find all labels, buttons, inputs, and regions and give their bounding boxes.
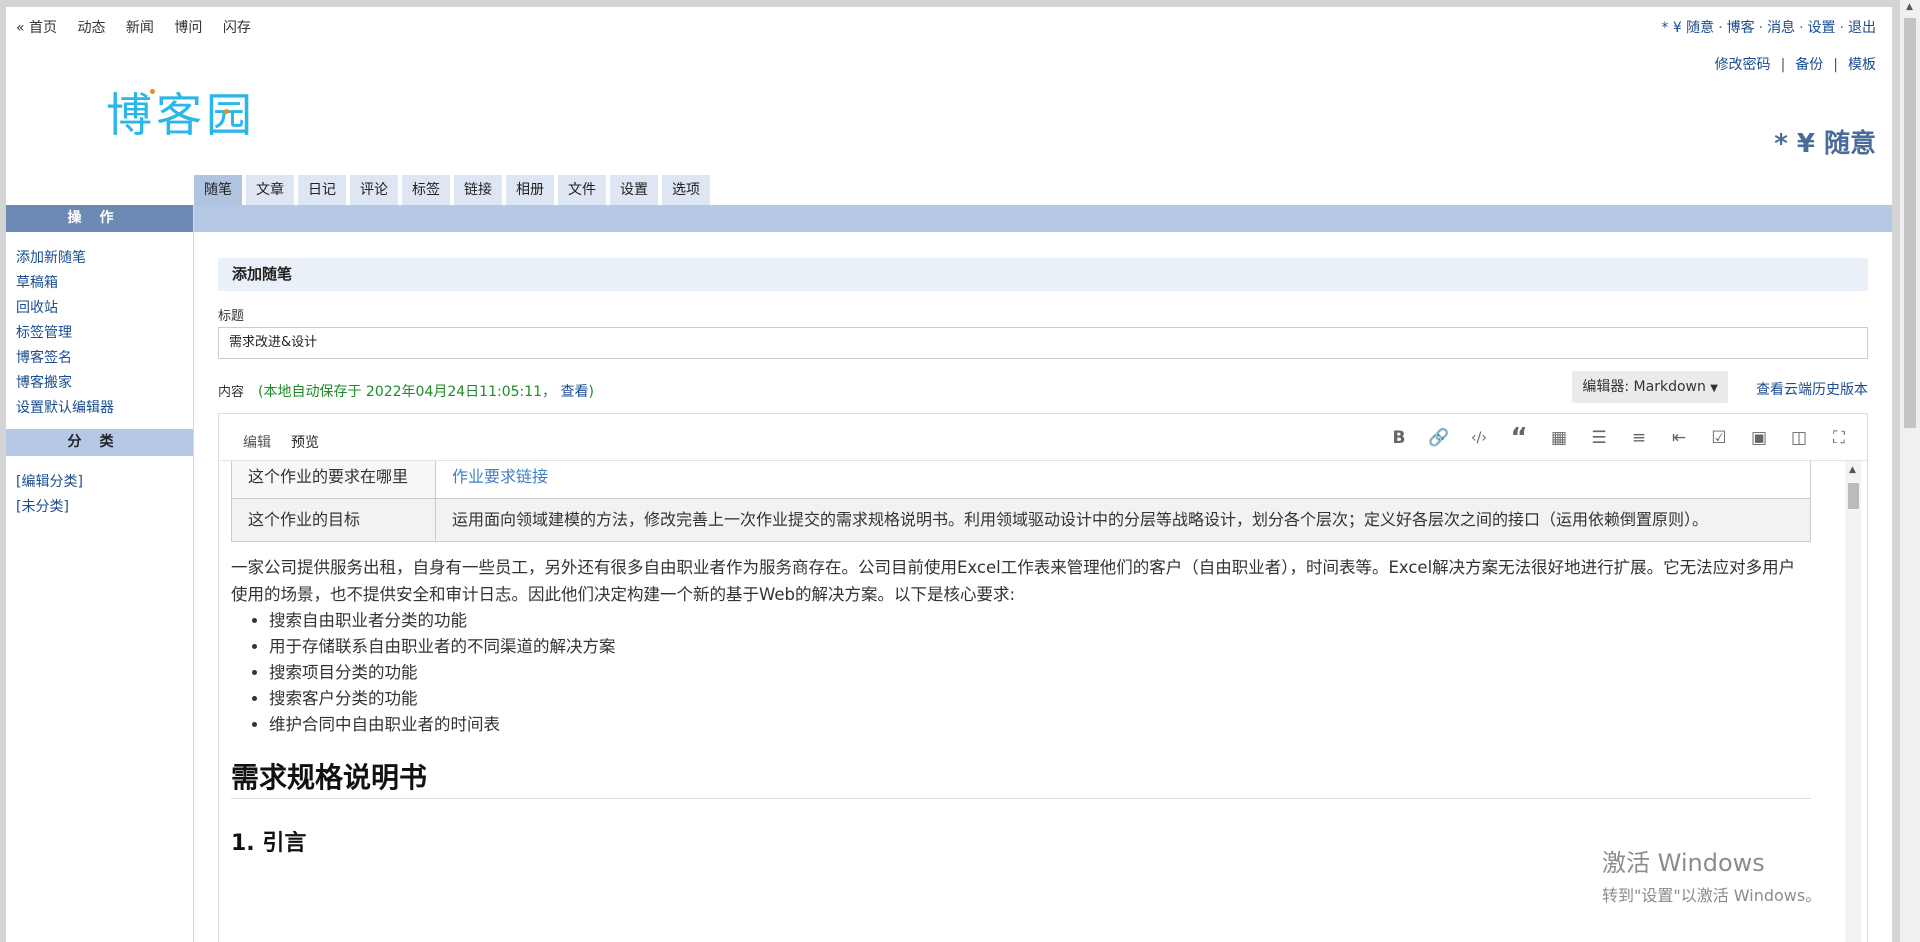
intro-paragraph-block: 一家公司提供服务出租，自身有一些员工，另外还有很多自由职业者作为服务商存在。公司… (231, 554, 1811, 738)
markdown-preview: 这个作业的要求在哪里 作业要求链接 这个作业的目标 运用面向领域建模的方法，修改… (231, 461, 1825, 942)
requirements-list: 搜索自由职业者分类的功能 用于存储联系自由职业者的不同渠道的解决方案 搜索项目分… (231, 608, 1811, 738)
intro-heading: 1. 引言 (231, 831, 307, 856)
table-row: 这个作业的要求在哪里 作业要求链接 (231, 461, 1811, 499)
sidebar-item-default-editor[interactable]: 设置默认编辑器 (16, 396, 193, 421)
title-label: 标题 (218, 309, 245, 324)
sidebar-item-uncategorized[interactable]: [未分类] (16, 495, 193, 520)
editor-toolbar: B 🔗 ‹/› “ ▦ ☰ ≡ ⇤ ☑ ▣ ◫ ⛶ (1379, 425, 1859, 451)
sidebar-item-recycle-bin[interactable]: 回收站 (16, 296, 193, 321)
list-item: 用于存储联系自由职业者的不同渠道的解决方案 (269, 634, 1811, 660)
list-item: 维护合同中自由职业者的时间表 (269, 712, 1811, 738)
table-cell: 这个作业的要求在哪里 (231, 461, 436, 499)
tab-preview[interactable]: 预览 (281, 428, 329, 462)
tab-posts[interactable]: 随笔 (194, 175, 242, 205)
scroll-up-icon[interactable]: ▲ (1849, 465, 1856, 475)
content-row: 内容 (本地自动保存于 2022年04月24日11:05:11， 查看) 编辑器… (218, 369, 1868, 409)
tab-tags[interactable]: 标签 (402, 175, 450, 205)
list-item: 搜索自由职业者分类的功能 (269, 608, 1811, 634)
template-link[interactable]: 模板 (1848, 57, 1876, 73)
panel-title: 添加随笔 (218, 258, 1868, 291)
tab-settings[interactable]: 设置 (610, 175, 658, 205)
category-list: [编辑分类] [未分类] (6, 456, 193, 528)
nav-news-link[interactable]: 新闻 (126, 20, 154, 36)
split-view-icon[interactable]: ◫ (1779, 426, 1819, 450)
title-input[interactable]: 需求改进&设计 (218, 327, 1868, 359)
admin-tabs: 随笔 文章 日记 评论 标签 链接 相册 文件 设置 选项 (194, 175, 714, 205)
top-nav: « 首页 动态 新闻 博问 闪存 (16, 17, 267, 37)
sidebar-item-migrate[interactable]: 博客搬家 (16, 371, 193, 396)
fullscreen-icon[interactable]: ⛶ (1819, 426, 1859, 450)
tab-diary[interactable]: 日记 (298, 175, 346, 205)
tab-comments[interactable]: 评论 (350, 175, 398, 205)
page-scrollbar[interactable]: ▲ (1900, 0, 1920, 942)
user-nav: * ¥ 随意 · 博客 · 消息 · 设置 · 退出 (1661, 20, 1876, 36)
link-icon[interactable]: 🔗 (1419, 426, 1459, 450)
tab-bar-strip (194, 205, 1892, 232)
backup-link[interactable]: 备份 (1795, 57, 1823, 73)
tab-albums[interactable]: 相册 (506, 175, 554, 205)
table-cell: 这个作业的目标 (231, 498, 436, 542)
tab-files[interactable]: 文件 (558, 175, 606, 205)
tab-edit[interactable]: 编辑 (233, 428, 281, 462)
assignment-link[interactable]: 作业要求链接 (435, 461, 1811, 499)
sidebar-item-add-post[interactable]: 添加新随笔 (16, 246, 193, 271)
bold-icon[interactable]: B (1379, 426, 1419, 450)
sidebar: 操作 添加新随笔 草稿箱 回收站 标签管理 博客签名 博客搬家 设置默认编辑器 … (6, 205, 194, 942)
editor-tabs: 编辑 预览 (233, 428, 329, 462)
outdent-icon[interactable]: ⇤ (1659, 426, 1699, 450)
page-scroll-thumb[interactable] (1904, 18, 1916, 428)
table-icon[interactable]: ▦ (1539, 426, 1579, 450)
cloud-history-link[interactable]: 查看云端历史版本 (1756, 379, 1868, 399)
list-item: 搜索客户分类的功能 (269, 686, 1811, 712)
ops-list: 添加新随笔 草稿箱 回收站 标签管理 博客签名 博客搬家 设置默认编辑器 (6, 232, 193, 429)
nav-ing-link[interactable]: 闪存 (223, 20, 251, 36)
sidebar-item-edit-category[interactable]: [编辑分类] (16, 470, 193, 495)
blog-link[interactable]: 博客 (1727, 20, 1755, 36)
nav-activity-link[interactable]: 动态 (77, 20, 105, 36)
user-link[interactable]: * ¥ 随意 (1661, 20, 1714, 36)
checkbox-icon[interactable]: ☑ (1699, 426, 1739, 450)
unordered-list-icon[interactable]: ☰ (1579, 426, 1619, 450)
tab-options[interactable]: 选项 (662, 175, 710, 205)
scroll-up-icon[interactable]: ▲ (1906, 2, 1913, 12)
list-item: 搜索项目分类的功能 (269, 660, 1811, 686)
spec-heading: 需求规格说明书 (231, 756, 1811, 799)
ops-heading: 操作 (6, 205, 193, 232)
image-icon[interactable]: ▣ (1739, 426, 1779, 450)
quote-icon[interactable]: “ (1499, 425, 1539, 451)
settings-link[interactable]: 设置 (1808, 20, 1836, 36)
table-cell: 运用面向领域建模的方法，修改完善上一次作业提交的需求规格说明书。利用领域驱动设计… (435, 498, 1811, 542)
nav-home-link[interactable]: « 首页 (16, 20, 57, 36)
editor-select-button[interactable]: 编辑器: Markdown ▼ (1572, 371, 1728, 403)
intro-paragraph: 一家公司提供服务出租，自身有一些员工，另外还有很多自由职业者作为服务商存在。公司… (231, 558, 1796, 604)
tab-articles[interactable]: 文章 (246, 175, 294, 205)
post-editor-panel: 添加随笔 标题 需求改进&设计 内容 (本地自动保存于 2022年04月24日1… (218, 258, 1868, 942)
sidebar-item-signature[interactable]: 博客签名 (16, 346, 193, 371)
sidebar-item-drafts[interactable]: 草稿箱 (16, 271, 193, 296)
preview-scrollbar[interactable]: ▲ (1845, 461, 1861, 942)
autosave-status: (本地自动保存于 2022年04月24日11:05:11， 查看) (258, 384, 594, 400)
cnblogs-logo[interactable]: 博客园 (106, 79, 256, 145)
page: « 首页 动态 新闻 博问 闪存 * ¥ 随意 · 博客 · 消息 · 设置 · 退出 修改密码… (6, 7, 1892, 942)
logout-link[interactable]: 退出 (1848, 20, 1876, 36)
messages-link[interactable]: 消息 (1767, 20, 1795, 36)
table-row: 这个作业的目标 运用面向领域建模的方法，修改完善上一次作业提交的需求规格说明书。… (231, 498, 1811, 542)
tab-links[interactable]: 链接 (454, 175, 502, 205)
caret-down-icon: ▼ (1710, 383, 1718, 394)
ordered-list-icon[interactable]: ≡ (1619, 426, 1659, 450)
nav-qa-link[interactable]: 博问 (174, 20, 202, 36)
blog-title[interactable]: * ¥ 随意 (1774, 123, 1876, 160)
scroll-thumb[interactable] (1848, 483, 1859, 509)
category-heading: 分类 (6, 429, 193, 456)
sidebar-item-tag-manage[interactable]: 标签管理 (16, 321, 193, 346)
account-links: 修改密码 | 备份 | 模板 (1714, 57, 1876, 73)
code-icon[interactable]: ‹/› (1459, 426, 1499, 450)
change-password-link[interactable]: 修改密码 (1715, 57, 1771, 73)
autosave-view-link[interactable]: 查看 (561, 384, 589, 400)
content-label: 内容 (218, 385, 245, 400)
assignment-table: 这个作业的要求在哪里 作业要求链接 这个作业的目标 运用面向领域建模的方法，修改… (231, 461, 1811, 542)
windows-activation-watermark: 激活 Windows 转到"设置"以激活 Windows。 (1602, 849, 1822, 905)
